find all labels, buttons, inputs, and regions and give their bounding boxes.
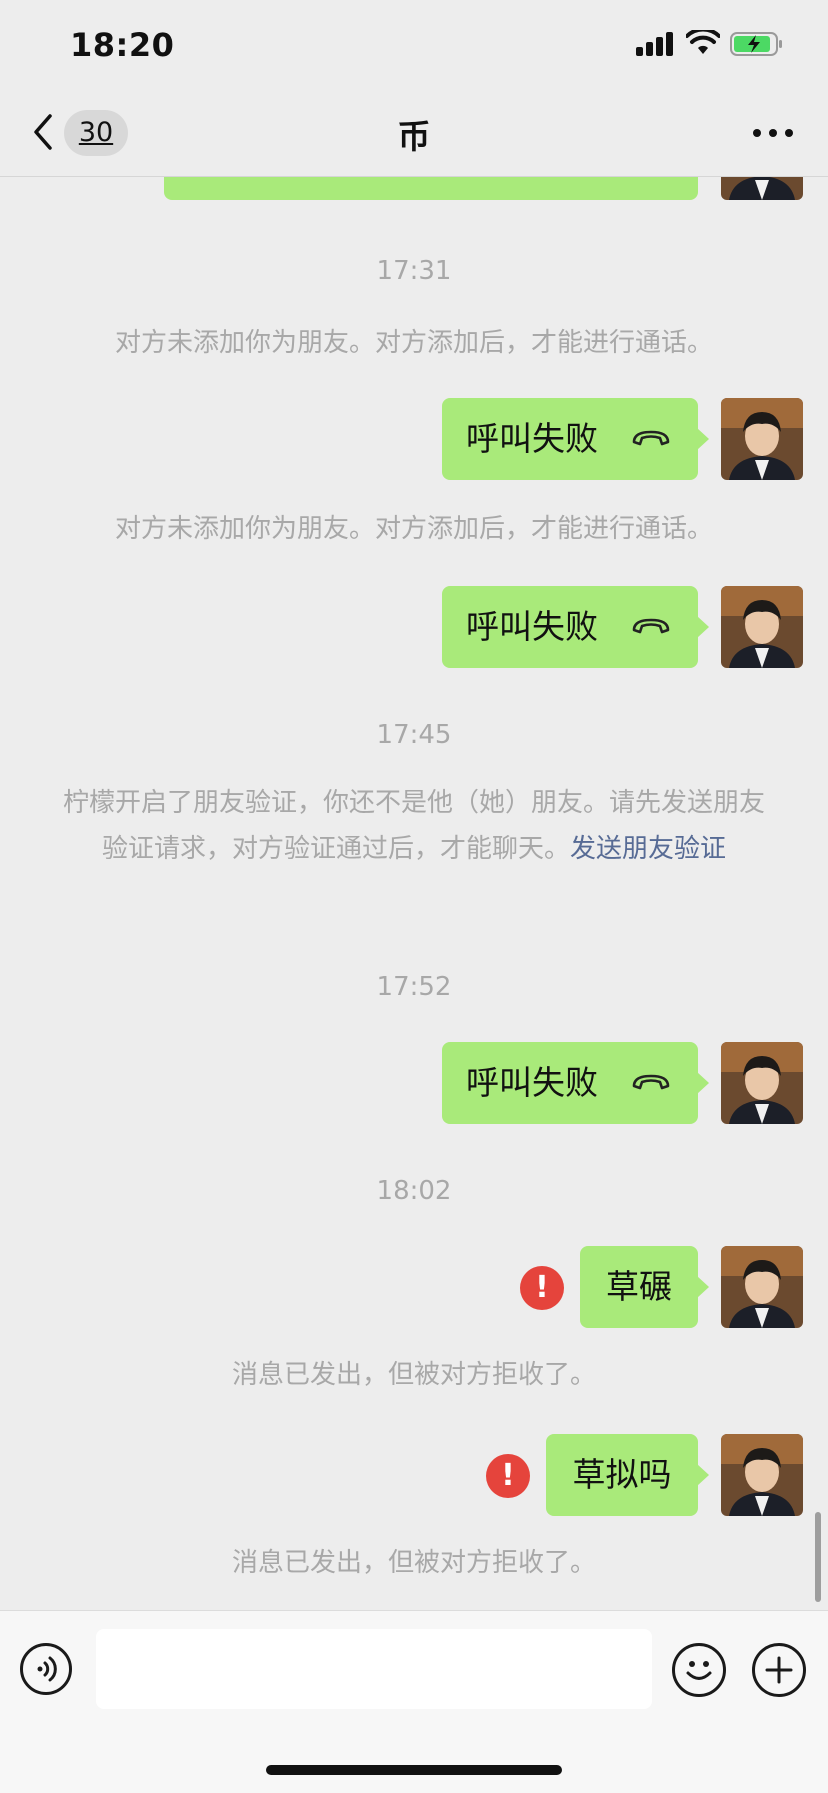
chat-message-list[interactable]: 17:31 对方未添加你为朋友。对方添加后，才能进行通话。 呼叫失败 对方未添加… (0, 176, 828, 1610)
more-icon[interactable] (748, 112, 798, 152)
call-failed-label: 呼叫失败 (466, 419, 598, 458)
battery-icon (730, 32, 782, 56)
call-failed-bubble[interactable]: 呼叫失败 (442, 1042, 709, 1124)
scrollbar[interactable] (815, 1512, 821, 1602)
phone-hangup-icon (632, 1074, 670, 1090)
call-failed-bubble[interactable]: 呼叫失败 (442, 586, 709, 668)
chat-header: 30 币 (0, 90, 828, 177)
system-notice: 对方未添加你为朋友。对方添加后，才能进行通话。 (114, 328, 713, 358)
timestamp: 17:52 (376, 972, 452, 1002)
message-bubble-partial[interactable] (164, 176, 698, 200)
plus-icon[interactable] (752, 1643, 806, 1697)
phone-hangup-icon (632, 618, 670, 634)
message-text: 草碾 (606, 1267, 672, 1306)
rejected-message-bubble[interactable]: 草拟吗 (546, 1434, 709, 1516)
system-notice: 消息已发出，但被对方拒收了。 (231, 1360, 596, 1390)
status-bar: 18:20 (0, 0, 828, 90)
avatar[interactable] (721, 586, 803, 668)
send-verification-link[interactable]: 发送朋友验证 (570, 834, 726, 864)
timestamp: 17:31 (376, 256, 452, 286)
avatar[interactable] (721, 1246, 803, 1328)
timestamp: 17:45 (376, 720, 452, 750)
signal-icon (636, 30, 676, 56)
timestamp: 18:02 (376, 1176, 452, 1206)
avatar[interactable] (721, 176, 803, 200)
call-failed-bubble[interactable]: 呼叫失败 (442, 398, 709, 480)
error-icon[interactable]: ! (486, 1454, 530, 1498)
message-text: 草拟吗 (572, 1455, 672, 1494)
home-indicator (266, 1765, 562, 1775)
error-icon[interactable]: ! (520, 1266, 564, 1310)
call-failed-label: 呼叫失败 (466, 607, 598, 646)
chat-title: 币 (397, 117, 431, 156)
system-notice: 消息已发出，但被对方拒收了。 (231, 1548, 596, 1578)
emoji-icon[interactable] (672, 1643, 726, 1697)
message-input[interactable] (96, 1629, 652, 1709)
friend-verification-notice: 柠檬开启了朋友验证，你还不是他（她）朋友。请先发送朋友验证请求，对方验证通过后，… (60, 780, 768, 872)
avatar[interactable] (721, 1042, 803, 1124)
phone-hangup-icon (632, 430, 670, 446)
input-bar (0, 1610, 828, 1793)
system-notice: 对方未添加你为朋友。对方添加后，才能进行通话。 (114, 514, 713, 544)
status-time: 18:20 (70, 26, 175, 64)
voice-icon[interactable] (20, 1643, 72, 1695)
call-failed-label: 呼叫失败 (466, 1063, 598, 1102)
rejected-message-bubble[interactable]: 草碾 (580, 1246, 709, 1328)
avatar[interactable] (721, 398, 803, 480)
avatar[interactable] (721, 1434, 803, 1516)
wifi-icon (686, 30, 720, 54)
